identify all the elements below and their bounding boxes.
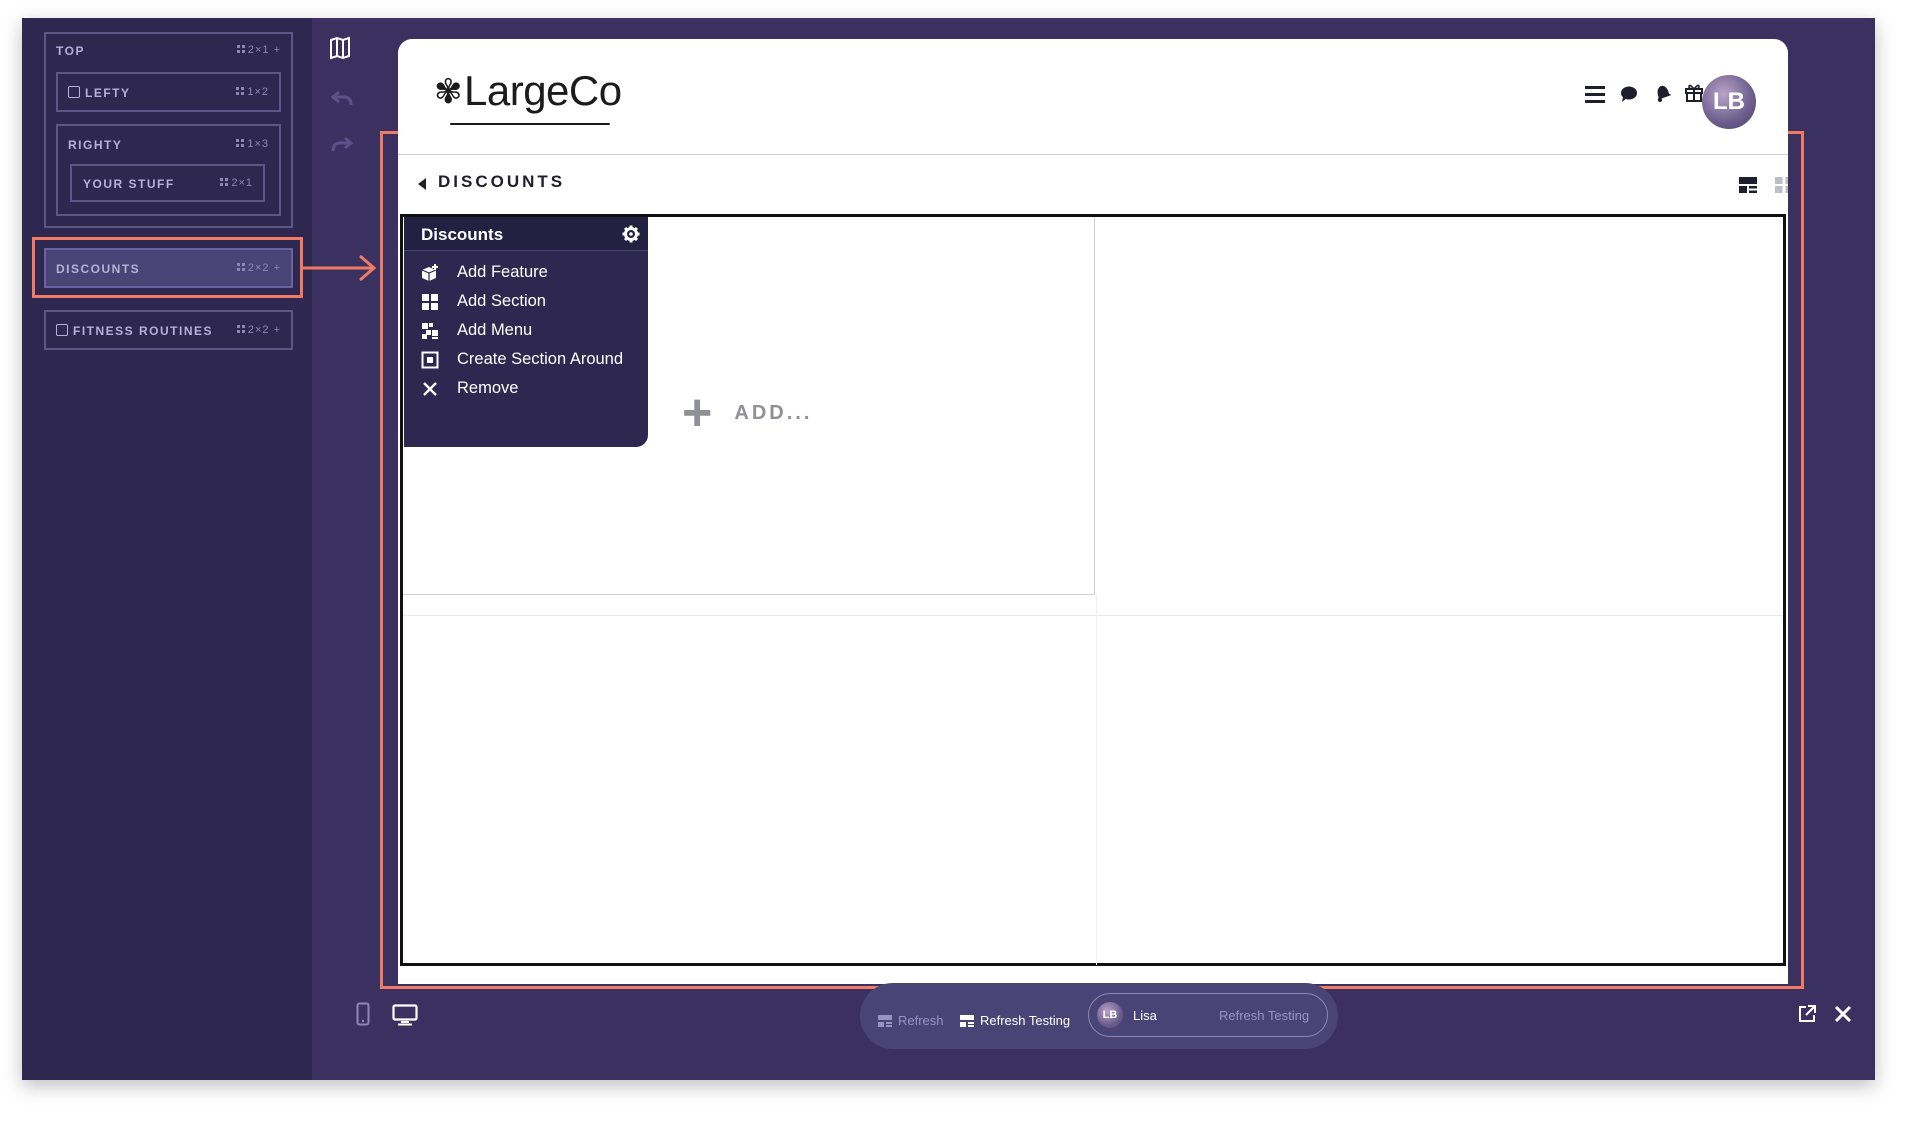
user-env: Refresh Testing xyxy=(1219,1008,1310,1023)
layout-fitness-routines[interactable]: FITNESS ROUTINES 2×2 + xyxy=(44,310,293,350)
layout-lefty-meta: 1×2 xyxy=(236,86,269,98)
layout-righty-meta: 1×3 xyxy=(236,138,269,150)
create-section-around-icon xyxy=(421,351,439,368)
section-context-menu: Discounts Add Feature Add Section Add Me… xyxy=(404,217,648,447)
menu-item-label: Add Section xyxy=(457,292,546,310)
refresh-link[interactable]: Refresh xyxy=(878,1013,944,1028)
refresh-label: Refresh xyxy=(898,1013,944,1028)
site-header: ✾LargeCo LB xyxy=(398,39,1788,139)
grid-icon xyxy=(236,325,245,333)
tools-column xyxy=(312,18,370,1080)
discounts-layout-frame: + ADD... Discounts Add Feature Add Secti… xyxy=(400,214,1786,966)
layout-top-meta: 2×1 + xyxy=(236,44,281,56)
logo-text: LargeCo xyxy=(464,67,622,114)
gift-icon[interactable] xyxy=(1684,82,1704,102)
layout-fitness-meta: 2×2 + xyxy=(236,324,281,336)
logo[interactable]: ✾LargeCo xyxy=(434,67,622,115)
menu-header: Discounts xyxy=(404,217,648,251)
preview-canvas: ✾LargeCo LB DISCOUNTS + ADD... Discounts… xyxy=(398,39,1788,984)
layout-panel: TOP 2×1 + LEFTY 1×2 RIGHTY 1×3 YOUR STUF… xyxy=(22,18,312,1080)
add-menu-icon xyxy=(422,322,438,339)
menu-item-label: Remove xyxy=(457,379,519,397)
desktop-device-icon[interactable] xyxy=(392,1004,418,1026)
layout-your-stuff-title: YOUR STUFF xyxy=(83,177,175,191)
grid-icon xyxy=(236,87,245,95)
refresh-testing-label: Refresh Testing xyxy=(980,1013,1071,1028)
notification-bell-icon[interactable] xyxy=(1653,83,1671,103)
user-avatar[interactable]: LB xyxy=(1702,75,1756,129)
menu-title: Discounts xyxy=(421,225,504,244)
grid-icon xyxy=(236,45,245,53)
user-chip-avatar: LB xyxy=(1097,1002,1123,1028)
gear-icon[interactable] xyxy=(622,225,640,243)
layout-top-title: TOP xyxy=(56,44,85,58)
add-feature-icon xyxy=(421,263,438,281)
back-arrow-icon[interactable] xyxy=(418,178,426,190)
chat-icon[interactable] xyxy=(1620,85,1638,103)
tree-logo-icon: ✾ xyxy=(434,73,463,111)
grid-icon xyxy=(236,139,245,147)
section-bar: DISCOUNTS xyxy=(398,154,1788,212)
hamburger-menu-icon[interactable] xyxy=(1584,83,1606,105)
close-icon[interactable] xyxy=(1834,1005,1852,1023)
add-label: ADD... xyxy=(734,401,813,424)
layout-your-stuff[interactable]: YOUR STUFF 2×1 xyxy=(70,164,265,202)
user-name: Lisa xyxy=(1133,1008,1157,1023)
grid-icon xyxy=(220,178,229,186)
layout-lefty[interactable]: LEFTY 1×2 xyxy=(56,72,281,112)
add-placeholder[interactable]: + ADD... xyxy=(682,387,812,439)
add-section-icon xyxy=(422,293,438,310)
discounts-highlight xyxy=(32,237,303,298)
layout-righty-title: RIGHTY xyxy=(68,138,123,152)
open-external-icon[interactable] xyxy=(1797,1004,1817,1024)
plus-icon: + xyxy=(682,384,713,442)
menu-item-label: Add Menu xyxy=(457,321,533,339)
menu-item-label: Add Feature xyxy=(457,263,548,281)
menu-item-label: Create Section Around xyxy=(457,350,624,368)
undo-icon[interactable] xyxy=(330,86,354,110)
mobile-device-icon[interactable] xyxy=(356,1002,370,1026)
map-icon[interactable] xyxy=(328,36,352,60)
menu-item-remove[interactable]: Remove xyxy=(404,371,648,406)
list-layout-icon[interactable] xyxy=(1738,175,1758,195)
cube-icon xyxy=(56,324,68,336)
cube-icon xyxy=(68,86,80,98)
remove-icon xyxy=(423,381,437,396)
refresh-testing-link[interactable]: Refresh Testing xyxy=(960,1013,1070,1028)
layout-righty[interactable]: RIGHTY 1×3 YOUR STUFF 2×1 xyxy=(56,124,281,216)
redo-icon[interactable] xyxy=(330,132,354,156)
layout-lefty-title: LEFTY xyxy=(68,86,131,100)
editor-window: TOP 2×1 + LEFTY 1×2 RIGHTY 1×3 YOUR STUF… xyxy=(22,18,1875,1080)
layout-icon xyxy=(878,1014,892,1027)
user-environment-chip[interactable]: LB Lisa Refresh Testing xyxy=(1088,993,1328,1037)
grid-layout-icon[interactable] xyxy=(1774,175,1788,195)
row-divider xyxy=(403,615,1783,616)
section-title: DISCOUNTS xyxy=(438,172,566,191)
layout-icon xyxy=(960,1014,974,1027)
layout-top[interactable]: TOP 2×1 + LEFTY 1×2 RIGHTY 1×3 YOUR STUF… xyxy=(44,32,293,228)
column-divider xyxy=(1096,595,1097,965)
layout-your-stuff-meta: 2×1 xyxy=(220,177,253,189)
logo-underline xyxy=(450,123,610,125)
layout-fitness-title: FITNESS ROUTINES xyxy=(56,324,213,338)
